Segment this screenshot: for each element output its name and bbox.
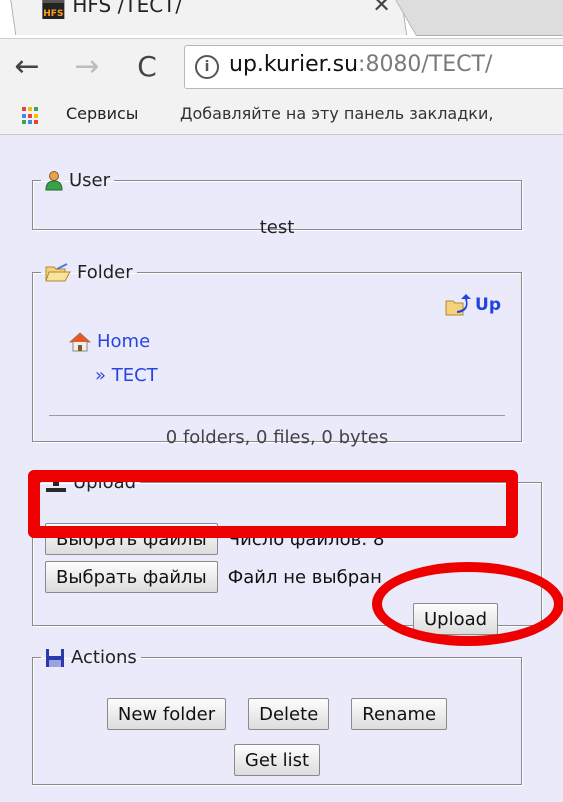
- up-link-label: Up: [475, 295, 501, 315]
- apps-grid-dot: [34, 120, 38, 125]
- actions-row-2: Get list: [33, 744, 521, 776]
- actions-legend: Actions: [41, 647, 141, 668]
- delete-button[interactable]: Delete: [248, 698, 330, 730]
- back-arrow-icon[interactable]: ←: [8, 47, 46, 87]
- address-bar[interactable]: i up.kurier.su:8080/ТЕСТ/: [184, 45, 563, 89]
- forward-arrow-icon[interactable]: →: [68, 47, 106, 87]
- upload-button[interactable]: Upload: [413, 603, 499, 635]
- upload-icon: [46, 473, 66, 492]
- browser-toolbar: ← → C i up.kurier.su:8080/ТЕСТ/: [0, 38, 563, 97]
- upload-legend-label: Upload: [73, 472, 137, 493]
- rename-button[interactable]: Rename: [351, 698, 448, 730]
- file-input-row-1: Выбрать файлы Число файлов: 8: [45, 523, 384, 555]
- new-folder-button[interactable]: New folder: [106, 698, 227, 730]
- user-legend-label: User: [69, 170, 111, 191]
- apps-grid-icon[interactable]: [22, 107, 40, 125]
- browser-window: HFS HFS /ТЕСТ/ ✕ ← → C i up.kurier.su:80…: [0, 0, 563, 802]
- url-text[interactable]: up.kurier.su:8080/ТЕСТ/: [229, 52, 492, 77]
- file-input-row-2: Выбрать файлы Файл не выбран: [45, 561, 382, 593]
- folder-legend-label: Folder: [77, 262, 133, 283]
- folder-panel: Folder Up Home » ТЕСТ 0 folders, 0 files…: [32, 262, 522, 448]
- apps-grid-dot: [28, 107, 32, 111]
- breadcrumb-current-folder[interactable]: » ТЕСТ: [95, 365, 158, 386]
- get-list-button[interactable]: Get list: [233, 744, 321, 776]
- site-info-icon[interactable]: i: [195, 55, 219, 79]
- actions-legend-label: Actions: [71, 647, 137, 668]
- reload-icon[interactable]: C: [128, 47, 166, 87]
- bookmarks-hint: Добавляйте на эту панель закладки,: [180, 104, 494, 123]
- file-status-2: Файл не выбран: [227, 566, 382, 588]
- user-name: test: [259, 217, 295, 238]
- apps-grid-dot: [34, 113, 38, 118]
- apps-grid-dot: [22, 107, 26, 111]
- tab-title: HFS /ТЕСТ/: [72, 0, 183, 17]
- folder-divider: [49, 415, 505, 416]
- tab-strip: HFS HFS /ТЕСТ/ ✕: [0, 0, 563, 38]
- up-link[interactable]: Up: [445, 293, 501, 317]
- browser-tab[interactable]: HFS HFS /ТЕСТ/ ✕: [8, 0, 408, 35]
- url-port-path: :8080/ТЕСТ/: [358, 52, 493, 77]
- hfs-favicon-icon: HFS: [42, 0, 65, 19]
- url-host: up.kurier.su: [229, 52, 359, 77]
- apps-grid-dot: [28, 120, 32, 125]
- choose-files-button-1[interactable]: Выбрать файлы: [45, 523, 218, 555]
- choose-files-button-2[interactable]: Выбрать файлы: [45, 561, 218, 593]
- floppy-disk-icon: [46, 648, 64, 667]
- folder-stats: 0 folders, 0 files, 0 bytes: [165, 427, 389, 448]
- actions-panel: Actions New folder Delete Rename Get lis…: [32, 647, 522, 785]
- new-tab-button[interactable]: [391, 0, 563, 36]
- home-link[interactable]: Home: [69, 331, 150, 352]
- apps-grid-dot: [22, 120, 26, 125]
- home-icon: [69, 331, 91, 351]
- user-legend: User: [41, 170, 114, 191]
- apps-bookmark[interactable]: Сервисы: [66, 104, 138, 123]
- upload-panel: Upload Выбрать файлы Число файлов: 8 Выб…: [32, 472, 542, 635]
- file-count-status-1: Число файлов: 8: [227, 528, 385, 550]
- user-panel: User test: [32, 170, 522, 238]
- home-link-label: Home: [97, 331, 151, 352]
- bookmarks-bar: Сервисы Добавляйте на эту панель закладк…: [0, 96, 563, 135]
- tab-close-icon[interactable]: ✕: [372, 0, 390, 18]
- folder-legend: Folder: [41, 262, 137, 283]
- apps-grid-dot: [34, 107, 38, 111]
- page-content: User test Folder Up Home » ТЕСТ 0 folder…: [0, 135, 563, 802]
- folder-up-icon: [445, 294, 472, 316]
- apps-grid-dot: [22, 113, 26, 118]
- user-icon: [45, 170, 63, 190]
- apps-grid-dot: [28, 113, 32, 118]
- open-folder-icon: [45, 262, 71, 281]
- upload-legend: Upload: [41, 472, 140, 493]
- actions-row-1: New folder Delete Rename: [33, 698, 521, 730]
